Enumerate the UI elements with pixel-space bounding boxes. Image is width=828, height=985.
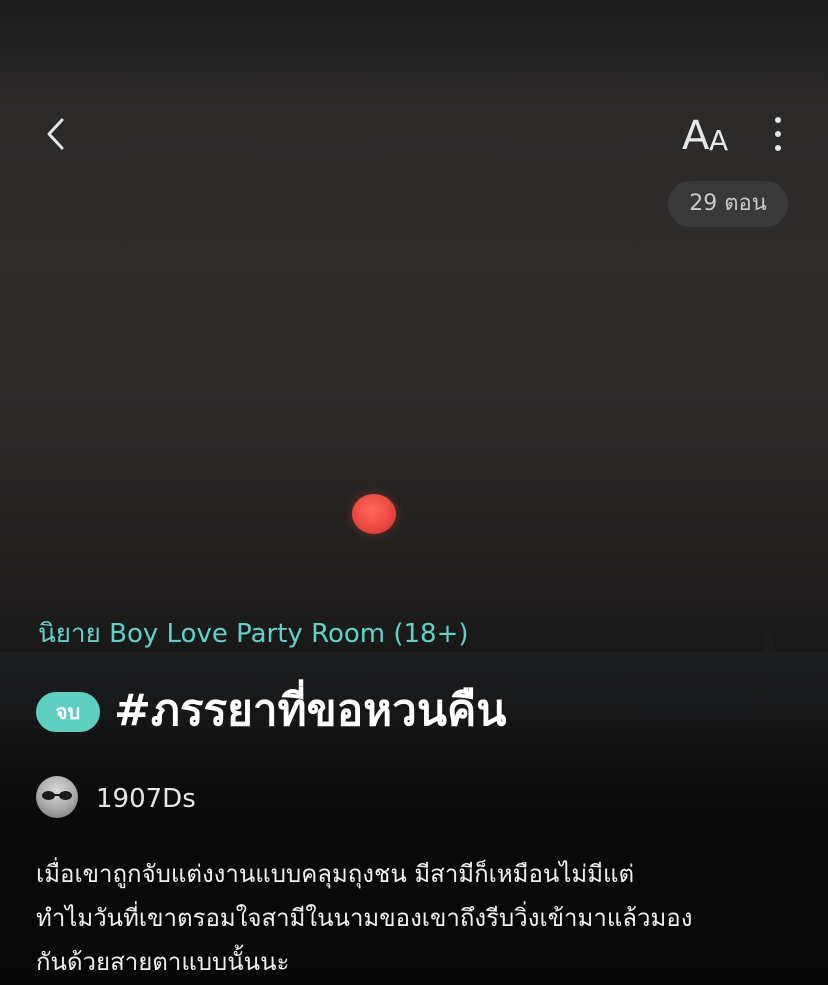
author-name[interactable]: 1907Ds <box>96 780 196 818</box>
text-size-icon-small: A <box>709 124 729 157</box>
novel-title: #ภรรยาที่ขอหวนคืน <box>114 685 507 736</box>
synopsis-line: กันด้วยสายตาแบบนั้นนะ <box>36 948 290 976</box>
synopsis-line: ทำไมวันที่เขาตรอมใจสามีในนามของเขาถึงรีบ… <box>36 904 693 932</box>
back-button[interactable] <box>38 112 78 156</box>
synopsis-line: เมื่อเขาถูกจับแต่งงานแบบคลุมถุงชน มีสามี… <box>36 860 635 888</box>
text-size-icon-large: A <box>682 113 710 159</box>
novel-category[interactable]: นิยาย Boy Love Party Room (18+) <box>38 614 469 654</box>
more-options-button[interactable] <box>764 112 792 156</box>
completed-status-badge: จบ <box>36 692 100 732</box>
author-avatar[interactable] <box>36 776 78 818</box>
episode-count-badge[interactable]: 29 ตอน <box>668 181 788 227</box>
chevron-left-icon <box>47 118 64 150</box>
more-vertical-icon-dot <box>775 131 781 137</box>
sunset-sun <box>352 494 396 534</box>
novel-synopsis: เมื่อเขาถูกจับแต่งงานแบบคลุมถุงชน มีสามี… <box>36 852 806 984</box>
sailboat-silhouette <box>762 618 776 654</box>
more-vertical-icon-dot <box>775 117 781 123</box>
font-size-button[interactable]: A A <box>678 110 738 158</box>
more-vertical-icon-dot <box>775 145 781 151</box>
